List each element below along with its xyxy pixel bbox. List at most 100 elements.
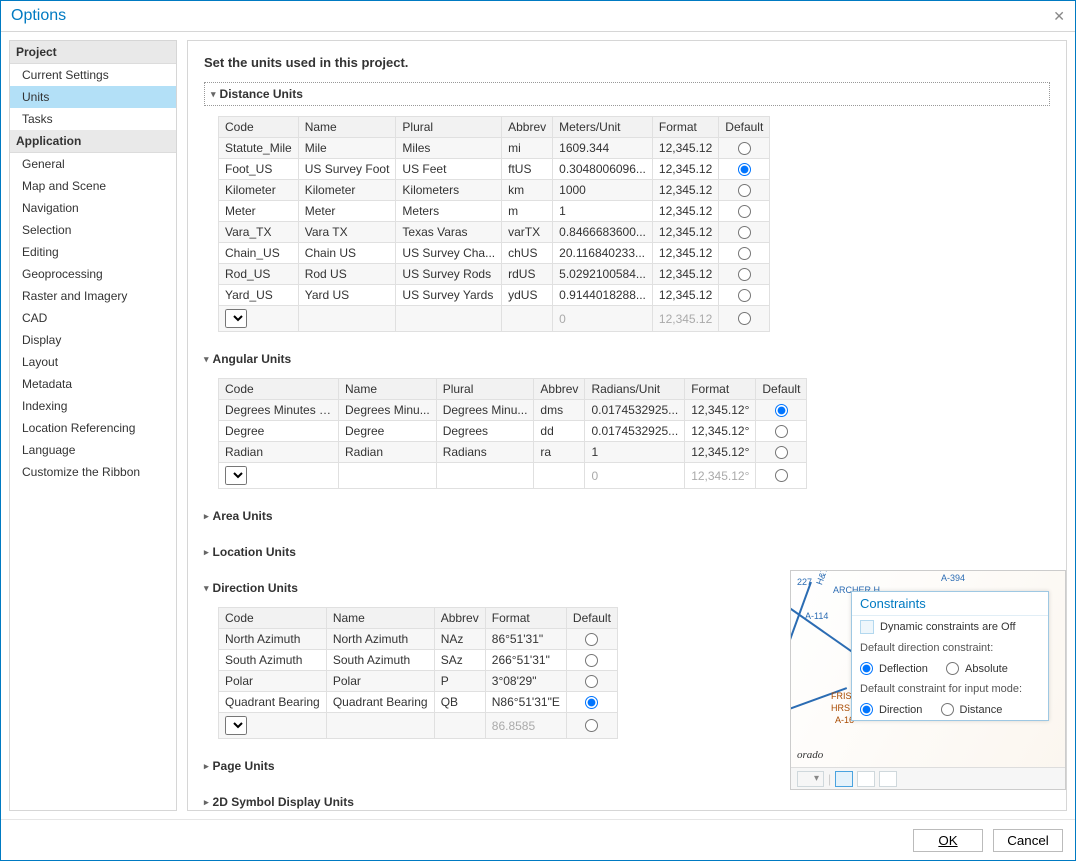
cell[interactable]: 12,345.12: [652, 264, 718, 285]
cell[interactable]: US Survey Foot: [298, 159, 396, 180]
cell[interactable]: Chain US: [298, 243, 396, 264]
cell[interactable]: [219, 713, 327, 739]
cell[interactable]: Degrees: [436, 421, 534, 442]
cell[interactable]: Polar: [326, 671, 434, 692]
cell[interactable]: South Azimuth: [219, 650, 327, 671]
ok-button[interactable]: OK: [913, 829, 983, 852]
table-row[interactable]: Yard_USYard USUS Survey YardsydUS0.91440…: [219, 285, 770, 306]
cell[interactable]: [534, 463, 585, 489]
sidebar-item-editing[interactable]: Editing: [10, 241, 176, 263]
cell[interactable]: North Azimuth: [326, 629, 434, 650]
column-header[interactable]: Format: [685, 379, 756, 400]
cell[interactable]: North Azimuth: [219, 629, 327, 650]
default-radio[interactable]: [738, 312, 751, 325]
table-direction-units[interactable]: CodeNameAbbrevFormatDefaultNorth Azimuth…: [218, 607, 618, 739]
cell[interactable]: 12,345.12: [652, 306, 718, 332]
cell[interactable]: [326, 713, 434, 739]
cell[interactable]: chUS: [502, 243, 553, 264]
table-row-placeholder[interactable]: 86.8585: [219, 713, 618, 739]
default-radio[interactable]: [585, 633, 598, 646]
cell[interactable]: 0.3048006096...: [553, 159, 653, 180]
table-row[interactable]: Vara_TXVara TXTexas VarasvarTX0.84666836…: [219, 222, 770, 243]
table-row[interactable]: Foot_USUS Survey FootUS FeetftUS0.304800…: [219, 159, 770, 180]
column-header[interactable]: Code: [219, 608, 327, 629]
cell[interactable]: [434, 713, 485, 739]
cell[interactable]: Rod_US: [219, 264, 299, 285]
default-radio[interactable]: [585, 719, 598, 732]
cell[interactable]: km: [502, 180, 553, 201]
sidebar-item-general[interactable]: General: [10, 153, 176, 175]
section-toggle-angular[interactable]: ▾ Angular Units: [204, 350, 1050, 368]
table-tool-icon[interactable]: [879, 771, 897, 787]
cell[interactable]: Degrees Minu...: [339, 400, 437, 421]
cell[interactable]: 20.116840233...: [553, 243, 653, 264]
cell[interactable]: mi: [502, 138, 553, 159]
cell[interactable]: Radian: [219, 442, 339, 463]
cell[interactable]: US Survey Yards: [396, 285, 502, 306]
cell[interactable]: South Azimuth: [326, 650, 434, 671]
section-toggle-area[interactable]: ▸ Area Units: [204, 507, 1050, 525]
cell[interactable]: NAz: [434, 629, 485, 650]
default-radio[interactable]: [585, 696, 598, 709]
cell[interactable]: 86°51'31": [485, 629, 566, 650]
cell[interactable]: Chain_US: [219, 243, 299, 264]
cell[interactable]: Kilometer: [219, 180, 299, 201]
cell[interactable]: 12,345.12°: [685, 442, 756, 463]
cell[interactable]: Meter: [219, 201, 299, 222]
section-toggle-symbol[interactable]: ▸ 2D Symbol Display Units: [204, 793, 1050, 811]
column-header[interactable]: Code: [219, 117, 299, 138]
cell[interactable]: Rod US: [298, 264, 396, 285]
sidebar-item-cad[interactable]: CAD: [10, 307, 176, 329]
table-row-placeholder[interactable]: 012,345.12°: [219, 463, 807, 489]
default-radio[interactable]: [775, 404, 788, 417]
table-row[interactable]: Rod_USRod USUS Survey RodsrdUS5.02921005…: [219, 264, 770, 285]
cell[interactable]: Statute_Mile: [219, 138, 299, 159]
sidebar-item-tasks[interactable]: Tasks: [10, 108, 176, 130]
cell[interactable]: m: [502, 201, 553, 222]
close-icon[interactable]: ✕: [1053, 8, 1065, 25]
default-radio[interactable]: [585, 654, 598, 667]
cell[interactable]: dms: [534, 400, 585, 421]
default-radio[interactable]: [585, 675, 598, 688]
sidebar-item-customize-the-ribbon[interactable]: Customize the Ribbon: [10, 461, 176, 483]
scale-dropdown[interactable]: [797, 771, 824, 787]
table-row[interactable]: North AzimuthNorth AzimuthNAz86°51'31": [219, 629, 618, 650]
cell[interactable]: Radian: [339, 442, 437, 463]
cell[interactable]: varTX: [502, 222, 553, 243]
table-row[interactable]: MeterMeterMetersm112,345.12: [219, 201, 770, 222]
column-header[interactable]: Radians/Unit: [585, 379, 685, 400]
cell[interactable]: 1: [553, 201, 653, 222]
table-row[interactable]: Degrees Minutes Se...Degrees Minu...Degr…: [219, 400, 807, 421]
cell[interactable]: ydUS: [502, 285, 553, 306]
sidebar-item-selection[interactable]: Selection: [10, 219, 176, 241]
sidebar-item-metadata[interactable]: Metadata: [10, 373, 176, 395]
table-row[interactable]: Statute_MileMileMilesmi1609.34412,345.12: [219, 138, 770, 159]
column-header[interactable]: Abbrev: [502, 117, 553, 138]
cell[interactable]: SAz: [434, 650, 485, 671]
sidebar-item-geoprocessing[interactable]: Geoprocessing: [10, 263, 176, 285]
cell[interactable]: QB: [434, 692, 485, 713]
cell[interactable]: [436, 463, 534, 489]
cell[interactable]: 1000: [553, 180, 653, 201]
cell[interactable]: 12,345.12: [652, 243, 718, 264]
table-row[interactable]: PolarPolarP3°08'29": [219, 671, 618, 692]
table-row[interactable]: Quadrant BearingQuadrant BearingQBN86°51…: [219, 692, 618, 713]
cell[interactable]: 1: [585, 442, 685, 463]
cell[interactable]: Mile: [298, 138, 396, 159]
constraints-toggle-icon[interactable]: [860, 620, 874, 634]
cell[interactable]: Miles: [396, 138, 502, 159]
cell[interactable]: Texas Varas: [396, 222, 502, 243]
table-distance-units[interactable]: CodeNamePluralAbbrevMeters/UnitFormatDef…: [218, 116, 770, 332]
cell[interactable]: 0: [585, 463, 685, 489]
cancel-button[interactable]: Cancel: [993, 829, 1063, 852]
cell[interactable]: US Survey Cha...: [396, 243, 502, 264]
cell[interactable]: 1609.344: [553, 138, 653, 159]
sidebar-item-indexing[interactable]: Indexing: [10, 395, 176, 417]
column-header[interactable]: Code: [219, 379, 339, 400]
sidebar-item-units[interactable]: Units: [10, 86, 176, 108]
cell[interactable]: Yard US: [298, 285, 396, 306]
cell[interactable]: ra: [534, 442, 585, 463]
default-radio[interactable]: [738, 226, 751, 239]
column-header[interactable]: Default: [566, 608, 617, 629]
cell[interactable]: [219, 306, 299, 332]
